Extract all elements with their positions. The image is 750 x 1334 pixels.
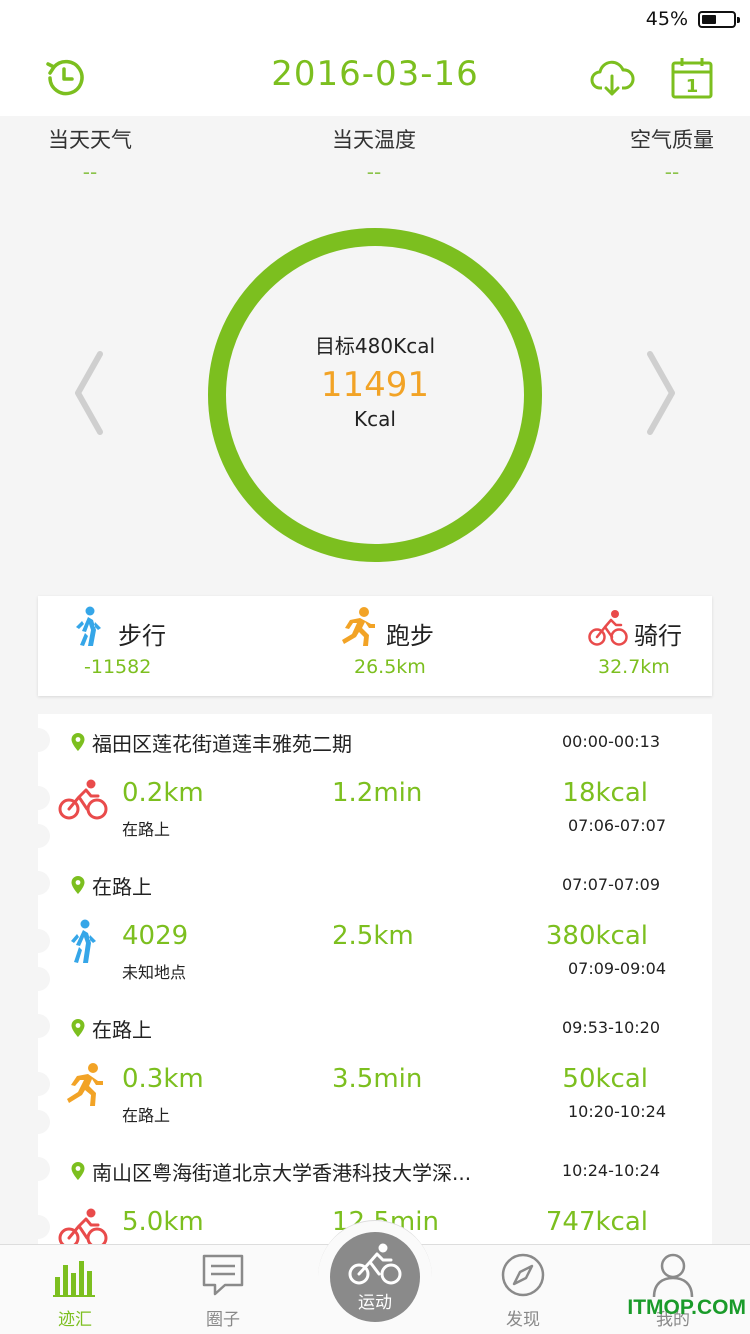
ring-text: 目标480Kcal 11491 Kcal [200, 330, 550, 431]
record-calories: 747kcal [545, 1207, 648, 1237]
prev-day-arrow-icon[interactable] [68, 348, 108, 438]
record-location-time: 10:24-10:24 [562, 1161, 660, 1180]
tab-discover-label: 发现 [506, 1310, 540, 1330]
record-location-time: 07:07-07:09 [562, 875, 660, 894]
calorie-value: 11491 [320, 365, 430, 405]
walk-label: 步行 [118, 622, 166, 650]
tab-sport[interactable]: 运动 [330, 1232, 420, 1322]
record-location-row: 南山区粤海街道北京大学香港科技大学深... 10:24-10:24 [70, 1157, 710, 1187]
bike-icon [588, 610, 628, 646]
record-time-range: 07:06-07:07 [568, 816, 666, 835]
walk-icon [76, 606, 101, 646]
location-pin-icon [70, 1018, 86, 1038]
battery-percent: 45% [645, 8, 688, 30]
battery-icon [698, 11, 740, 28]
calorie-unit: Kcal [354, 407, 396, 431]
bike-icon [348, 1243, 402, 1285]
calendar-day: 1 [686, 76, 699, 97]
calendar-icon[interactable]: 1 [668, 54, 716, 102]
user-icon [652, 1253, 694, 1298]
activity-record[interactable]: 福田区莲花街道莲丰雅苑二期 00:00-00:13 0.2km 在路上 1.2min 18… [38, 714, 712, 857]
cloud-download-icon[interactable] [588, 54, 636, 102]
ride-value: 32.7km [598, 656, 670, 678]
activity-record[interactable]: 在路上 09:53-10:20 0.3km 在路上 3.5min 50kcal 10:20-… [38, 1000, 712, 1143]
tab-sport-label: 运动 [358, 1293, 392, 1313]
walk-value: -11582 [84, 656, 152, 678]
record-secondary-metric: 3.5min [332, 1064, 423, 1094]
record-primary-metric: 0.3km [122, 1064, 204, 1094]
tab-discover[interactable]: 发现 [478, 1251, 568, 1330]
location-pin-icon [70, 1161, 86, 1181]
run-activity-icon [58, 1062, 108, 1108]
record-primary-sub: 在路上 [122, 820, 171, 839]
record-calories: 18kcal [562, 778, 648, 808]
location-pin-icon [70, 875, 86, 895]
tab-trail-label: 迹汇 [58, 1310, 92, 1330]
temperature-label: 当天温度 [332, 128, 416, 152]
record-location: 在路上 [92, 1018, 152, 1042]
record-secondary-metric: 2.5km [332, 921, 414, 951]
record-secondary-metric: 1.2min [332, 778, 423, 808]
walk-activity-icon [58, 919, 108, 965]
air-quality-value: -- [664, 160, 680, 184]
tab-circle[interactable]: 圈子 [178, 1251, 268, 1330]
watermark: ITMOP.COM [627, 1296, 746, 1319]
record-location-time: 00:00-00:13 [562, 732, 660, 751]
activity-record-list[interactable]: 福田区莲花街道莲丰雅苑二期 00:00-00:13 0.2km 在路上 1.2min 18… [38, 714, 712, 1254]
temperature-value: -- [366, 160, 382, 184]
record-primary-sub: 在路上 [122, 1106, 171, 1125]
activity-summary-card: 步行 -11582 跑步 26.5km 骑行 32.7km [38, 596, 712, 696]
tab-trail[interactable]: 迹汇 [30, 1251, 120, 1330]
ride-label: 骑行 [634, 622, 682, 650]
date-title[interactable]: 2016-03-16 [0, 54, 750, 94]
record-time-range: 10:20-10:24 [568, 1102, 666, 1121]
record-primary-metric: 0.2km [122, 778, 204, 808]
record-location-row: 在路上 07:07-07:09 [70, 871, 710, 901]
record-calories: 380kcal [545, 921, 648, 951]
record-primary-metric: 4029 [122, 921, 189, 951]
weather-info-row: 当天天气 -- 当天温度 -- 空气质量 -- [0, 116, 750, 196]
bar-chart-icon [53, 1261, 95, 1297]
weather-label: 当天天气 [48, 128, 132, 152]
ride-activity-icon [58, 776, 108, 822]
weather-value: -- [82, 160, 98, 184]
status-bar: 45% [0, 0, 750, 40]
run-value: 26.5km [354, 656, 426, 678]
location-pin-icon [70, 732, 86, 752]
weather-info: 当天天气 -- [48, 124, 132, 184]
record-location: 南山区粤海街道北京大学香港科技大学深... [92, 1161, 472, 1185]
compass-icon [501, 1253, 545, 1297]
record-location-time: 09:53-10:20 [562, 1018, 660, 1037]
record-location: 福田区莲花街道莲丰雅苑二期 [92, 732, 352, 756]
record-time-range: 07:09-09:04 [568, 959, 666, 978]
record-location-row: 在路上 09:53-10:20 [70, 1014, 710, 1044]
next-day-arrow-icon[interactable] [642, 348, 682, 438]
record-primary-sub: 未知地点 [122, 963, 187, 982]
air-quality-info: 空气质量 -- [630, 124, 714, 184]
record-location-row: 福田区莲花街道莲丰雅苑二期 00:00-00:13 [70, 728, 710, 758]
record-calories: 50kcal [562, 1064, 648, 1094]
activity-record[interactable]: 在路上 07:07-07:09 4029 未知地点 2.5km 380kcal 07:09-… [38, 857, 712, 1000]
calorie-ring-area: 目标480Kcal 11491 Kcal [0, 210, 750, 570]
temperature-info: 当天温度 -- [332, 124, 416, 184]
tab-circle-label: 圈子 [206, 1310, 240, 1330]
run-label: 跑步 [386, 622, 434, 650]
calorie-goal: 目标480Kcal [314, 334, 436, 358]
record-primary-metric: 5.0km [122, 1207, 204, 1237]
header: 2016-03-16 1 [0, 40, 750, 116]
chat-bubble-icon [202, 1254, 244, 1296]
air-quality-label: 空气质量 [630, 128, 714, 152]
run-icon [342, 607, 375, 646]
record-location: 在路上 [92, 875, 152, 899]
